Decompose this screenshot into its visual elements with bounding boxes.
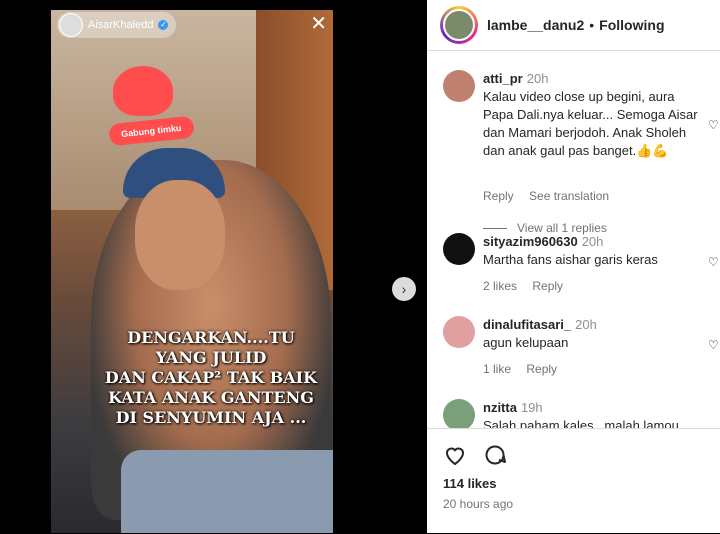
comment-body: nzitta 19h Salah paham kales.. malah lamo… <box>483 399 708 428</box>
commenter-name[interactable]: sityazim960630 <box>483 234 578 249</box>
likes-count[interactable]: 114 likes <box>443 476 497 491</box>
face-shape <box>135 180 225 290</box>
post-footer: 114 likes 20 hours ago <box>427 428 720 534</box>
post-sidebar: lambe__danu2 • Following atti_pr 20h Kala… <box>427 0 720 533</box>
see-translation-button[interactable]: See translation <box>529 189 609 203</box>
heart-mascot-sticker <box>113 66 173 116</box>
author-name: AisarKhaledd <box>88 19 154 31</box>
comment-actions: Reply See translation <box>483 189 621 203</box>
post-header: lambe__danu2 • Following <box>427 0 720 51</box>
like-heart-icon[interactable]: ♡ <box>708 338 720 352</box>
comment-icon[interactable] <box>483 443 507 467</box>
commenter-name[interactable]: atti_pr <box>483 71 523 86</box>
comment-actions: 2 likes Reply <box>483 279 575 293</box>
like-icon[interactable] <box>443 443 467 467</box>
caption-line: DAN CAKAP² TAK BAIK <box>104 368 318 387</box>
comments-list[interactable]: atti_pr 20h Kalau video close up begini, … <box>427 51 720 428</box>
likes-count[interactable]: 2 likes <box>483 279 517 293</box>
comment-body: sityazim960630 20h Martha fans aishar gar… <box>483 233 708 269</box>
next-arrow-icon[interactable]: › <box>392 277 416 301</box>
jeans-shape <box>121 450 333 533</box>
comment-time: 20h <box>581 234 604 249</box>
comment-text: Martha fans aishar garis keras <box>483 252 658 267</box>
separator-dot: • <box>589 17 595 33</box>
commenter-avatar[interactable] <box>443 316 475 348</box>
media-panel: AisarKhaledd ✓ ✕ Gabung timku DENGARKAN.… <box>0 0 427 533</box>
commenter-avatar[interactable] <box>443 399 475 428</box>
likes-count[interactable]: 1 like <box>483 362 511 376</box>
comment-text: Kalau video close up begini, aura Papa D… <box>483 89 698 158</box>
reply-button[interactable]: Reply <box>483 189 514 203</box>
comment-actions: 1 like Reply <box>483 362 569 376</box>
video-caption: DENGARKAN....TU YANG JULID DAN CAKAP² TA… <box>91 328 331 428</box>
author-avatar <box>59 13 83 37</box>
action-icons <box>443 443 507 467</box>
caption-line: YANG JULID <box>155 348 267 367</box>
verified-icon: ✓ <box>158 20 169 30</box>
caption-line: DI SENYUMIN AJA ... <box>115 408 307 427</box>
following-button[interactable]: Following <box>599 17 664 33</box>
comment-body: atti_pr 20h Kalau video close up begini, … <box>483 70 708 160</box>
view-replies-line <box>483 227 507 229</box>
close-icon[interactable]: ✕ <box>310 14 327 34</box>
comment-body: dinalufitasari_ 20h agun kelupaan <box>483 316 708 352</box>
like-heart-icon[interactable]: ♡ <box>708 118 720 132</box>
commenter-avatar[interactable] <box>443 70 475 102</box>
caption-line: DENGARKAN....TU <box>127 328 295 347</box>
comment-text: Salah paham kales.. malah lamou <box>483 418 679 428</box>
author-pill[interactable]: AisarKhaledd ✓ <box>57 12 177 38</box>
comment-time: 20h <box>526 71 549 86</box>
commenter-avatar[interactable] <box>443 233 475 265</box>
commenter-name[interactable]: dinalufitasari_ <box>483 317 571 332</box>
post-username[interactable]: lambe__danu2 <box>487 17 584 33</box>
commenter-name[interactable]: nzitta <box>483 400 517 415</box>
reel-video[interactable]: AisarKhaledd ✓ ✕ Gabung timku DENGARKAN.… <box>51 10 333 533</box>
story-ring-avatar[interactable] <box>440 6 478 44</box>
reply-button[interactable]: Reply <box>532 279 563 293</box>
post-timestamp: 20 hours ago <box>443 497 514 511</box>
like-heart-icon[interactable]: ♡ <box>708 255 720 269</box>
comment-time: 20h <box>575 317 597 332</box>
reply-button[interactable]: Reply <box>526 362 557 376</box>
comment-text: agun kelupaan <box>483 335 569 350</box>
comment-time: 19h <box>520 400 543 415</box>
caption-line: KATA ANAK GANTENG <box>108 388 314 407</box>
